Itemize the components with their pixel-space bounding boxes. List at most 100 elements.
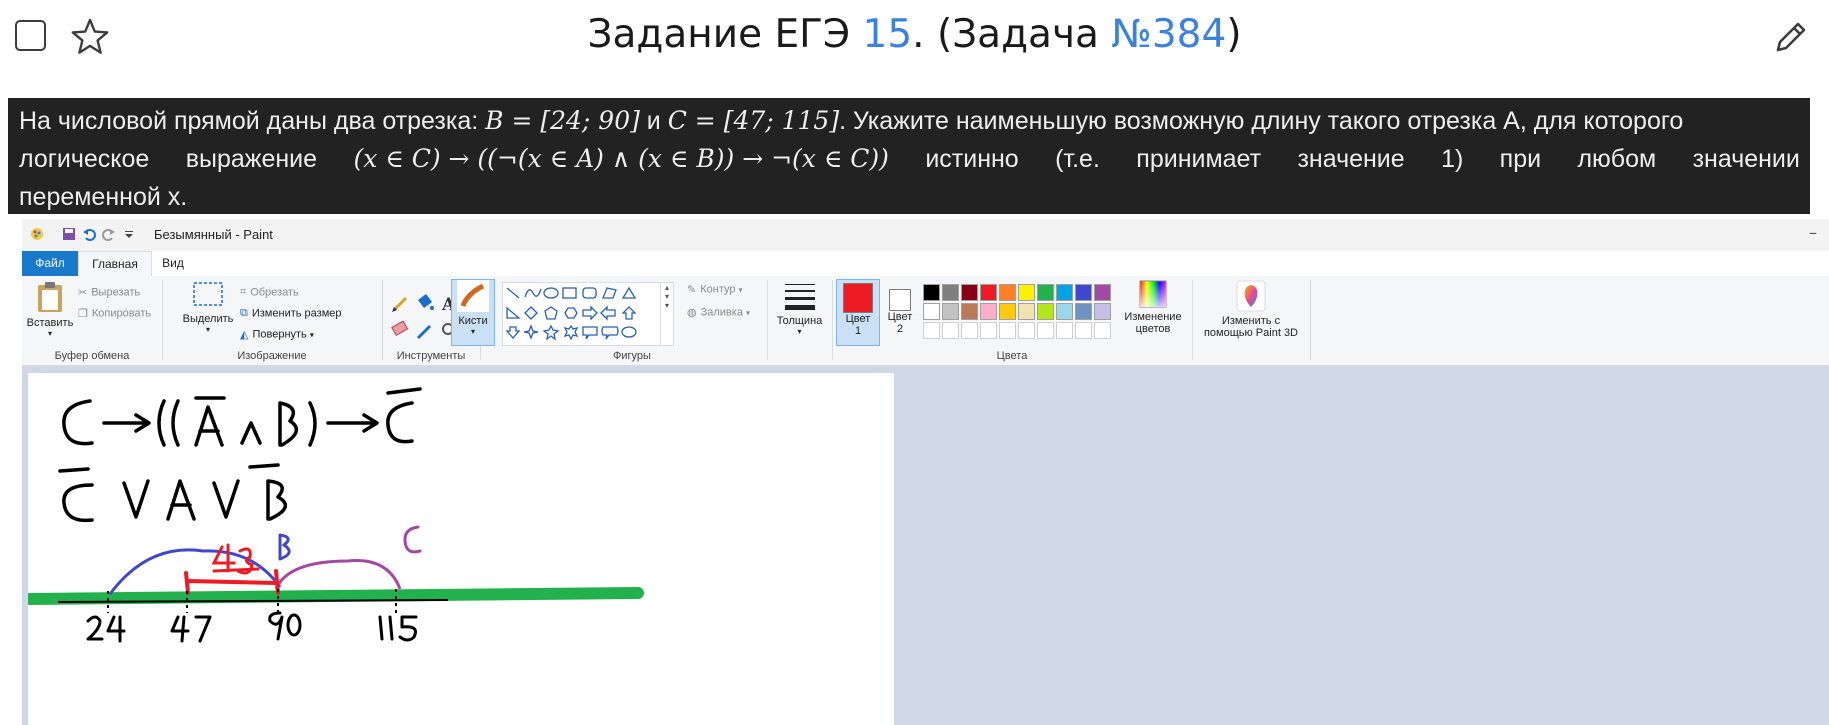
redo-icon[interactable]: [102, 227, 116, 241]
palette-swatch[interactable]: [1018, 284, 1035, 301]
paint3d-label: Изменить с: [1221, 315, 1281, 327]
palette-swatch[interactable]: [942, 303, 959, 320]
edit-colors-button[interactable]: Изменение цветов: [1118, 280, 1188, 335]
palette-swatch[interactable]: [999, 303, 1016, 320]
group-label-tools: Инструменты: [396, 350, 466, 362]
cut-button[interactable]: ✂ Вырезать: [78, 286, 140, 299]
segment-b: B = [24; 90]: [485, 106, 640, 135]
palette-swatch[interactable]: [1094, 303, 1111, 320]
segment-c-arc: [274, 559, 402, 590]
color-picker-icon: [416, 324, 432, 340]
paste-button[interactable]: Вставить ▾: [26, 280, 74, 338]
palette-swatch[interactable]: [961, 284, 978, 301]
fill-button[interactable]: ◍ Заливка ▾: [687, 306, 750, 319]
palette-swatch[interactable]: [1094, 284, 1111, 301]
paint-canvas[interactable]: [28, 373, 894, 725]
color2-button[interactable]: Цвет 2: [880, 279, 920, 344]
palette-swatch[interactable]: [1037, 284, 1054, 301]
size-button[interactable]: Толщина ▾: [772, 280, 827, 336]
paint3d-button[interactable]: Изменить с помощью Paint 3D: [1196, 280, 1306, 339]
customize-quick-access-icon[interactable]: [122, 227, 136, 241]
task-number-link[interactable]: 15: [863, 12, 913, 57]
palette-swatch[interactable]: [961, 303, 978, 320]
palette-swatch[interactable]: [980, 303, 997, 320]
task-id-link[interactable]: №384: [1111, 12, 1226, 57]
diamond-shape-icon: [524, 306, 538, 320]
task-word: значении: [1692, 145, 1800, 173]
palette-swatch[interactable]: [1037, 303, 1054, 320]
palette-swatch[interactable]: [923, 303, 940, 320]
palette-swatch[interactable]: [961, 322, 978, 339]
color1-button[interactable]: Цвет 1: [836, 279, 880, 346]
separator: [162, 280, 163, 360]
group-label-colors: Цвета: [996, 350, 1028, 362]
polygon-shape-icon: [602, 287, 617, 299]
callout-oval-icon: [621, 326, 637, 338]
up-arrow-shape-icon: [621, 306, 637, 320]
oval-shape-icon: [543, 287, 559, 299]
brushes-button[interactable]: Кисти ▾: [451, 279, 495, 346]
cut-label: Вырезать: [91, 286, 141, 299]
shapes-gallery[interactable]: ▴ ▾ ▾: [502, 282, 674, 346]
palette-swatch[interactable]: [1056, 322, 1073, 339]
copy-button[interactable]: ❐ Копировать: [78, 307, 151, 320]
separator: [1310, 280, 1311, 360]
color2-label: Цвет: [887, 311, 913, 323]
edit-pencil-icon[interactable]: [1772, 18, 1810, 56]
chevron-down-icon: ▾: [797, 327, 802, 336]
hand-drawing: [28, 387, 644, 643]
palette-swatch[interactable]: [1075, 284, 1092, 301]
palette-swatch[interactable]: [1018, 303, 1035, 320]
edit-colors-label: Изменение: [1124, 311, 1182, 323]
line-width-icon: [784, 284, 815, 310]
paint-window: Безымянный - Paint – Файл Главная Вид Вс…: [22, 219, 1829, 725]
palette-swatch[interactable]: [1037, 322, 1054, 339]
minimize-icon[interactable]: –: [1809, 223, 1817, 242]
palette-swatch[interactable]: [1075, 322, 1092, 339]
palette-swatch[interactable]: [999, 284, 1016, 301]
palette-swatch[interactable]: [1075, 303, 1092, 320]
bucket-icon: ◍: [687, 307, 697, 319]
edit-colors-label-2: цветов: [1135, 323, 1171, 335]
palette-swatch[interactable]: [1056, 284, 1073, 301]
task-word: принимает: [1136, 145, 1262, 173]
save-icon[interactable]: [62, 227, 76, 241]
palette-swatch[interactable]: [942, 284, 959, 301]
crop-button[interactable]: ⌗ Обрезать: [240, 286, 299, 299]
palette-swatch[interactable]: [999, 322, 1016, 339]
task-word: значение: [1297, 145, 1405, 173]
palette-swatch[interactable]: [1056, 303, 1073, 320]
left-arrow-shape-icon: [600, 305, 616, 321]
task-line-3: переменной х.: [19, 183, 188, 211]
segment-c: C = [47; 115]: [667, 106, 840, 135]
palette-swatch[interactable]: [1094, 322, 1111, 339]
color1-swatch: [843, 283, 873, 313]
tab-view[interactable]: Вид: [150, 251, 196, 276]
outline-button[interactable]: ✎ Контур ▾: [687, 283, 743, 296]
shapes-scroll[interactable]: ▴ ▾ ▾: [660, 283, 673, 345]
group-label-clipboard: Буфер обмена: [54, 350, 130, 362]
chevron-down-icon: ▾: [47, 329, 52, 338]
palette-swatch[interactable]: [923, 322, 940, 339]
select-label: Выделить: [182, 313, 234, 325]
palette-swatch[interactable]: [1018, 322, 1035, 339]
tab-home[interactable]: Главная: [78, 251, 152, 278]
outline-label: Контур: [700, 283, 736, 296]
right-arrow-shape-icon: [582, 305, 598, 321]
tick-labels: [86, 611, 418, 643]
palette-swatch[interactable]: [980, 284, 997, 301]
tick-label-115-b: [398, 615, 418, 642]
tick-label-90: [268, 611, 284, 641]
palette-swatch[interactable]: [980, 322, 997, 339]
scissors-icon: ✂: [78, 287, 88, 299]
resize-button[interactable]: ⧉ Изменить размер: [240, 307, 342, 320]
green-number-line: [28, 587, 644, 605]
rotate-button[interactable]: ◭ Повернуть ▾: [240, 328, 314, 341]
rotate-icon: ◭: [240, 329, 249, 341]
palette-swatch[interactable]: [942, 322, 959, 339]
tab-file[interactable]: Файл: [22, 251, 78, 276]
undo-icon[interactable]: [82, 227, 96, 241]
resize-label: Изменить размер: [251, 307, 342, 320]
select-button[interactable]: Выделить ▾: [182, 280, 234, 334]
palette-swatch[interactable]: [923, 284, 940, 301]
